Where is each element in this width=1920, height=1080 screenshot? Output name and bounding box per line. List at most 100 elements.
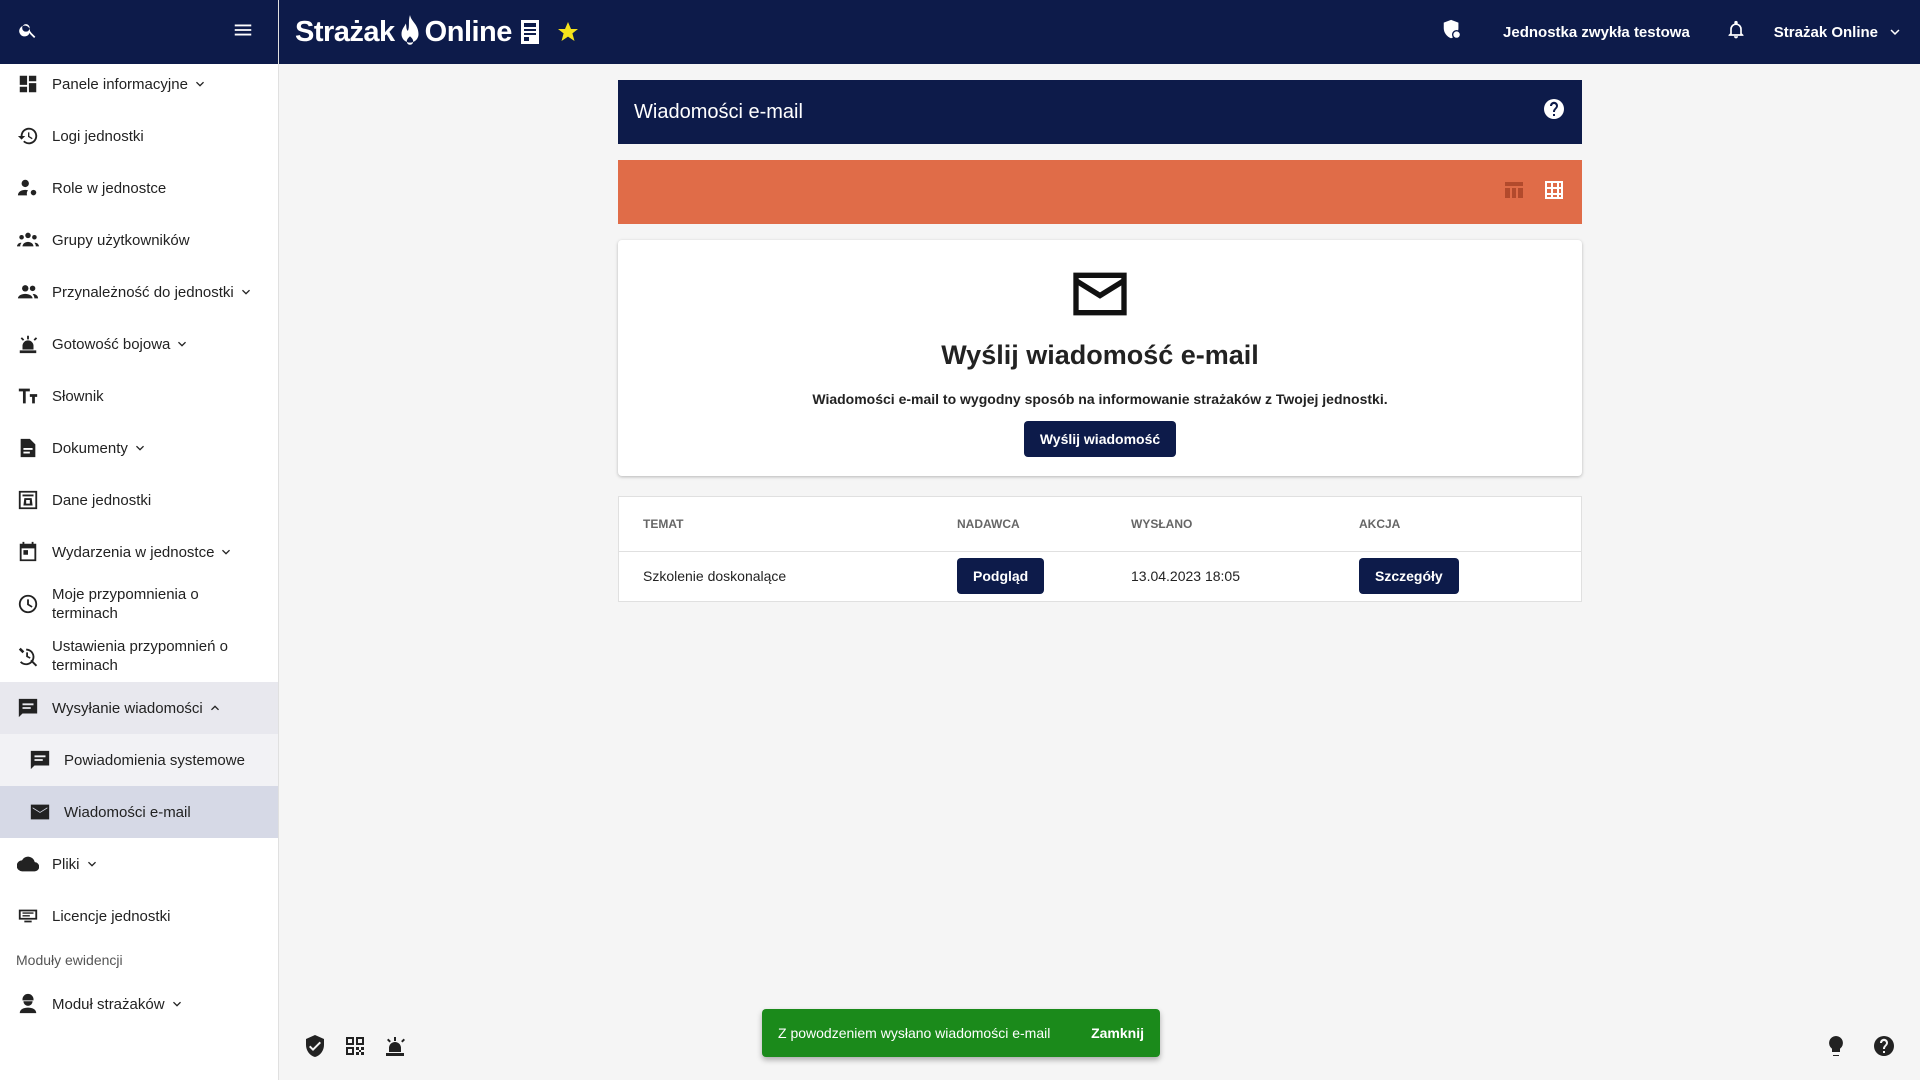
topbar-right: Jednostka zwykła testowa Strażak Online (1441, 19, 1904, 45)
sidebar-item-label: Grupy użytkowników (52, 231, 190, 249)
sidebar-item-dane[interactable]: Dane jednostki (0, 474, 278, 526)
cell-sender: Podgląd (933, 551, 1107, 601)
snackbar-close-button[interactable]: Zamknij (1091, 1025, 1144, 1041)
message-icon (16, 696, 40, 720)
shield-settings-icon[interactable] (1441, 19, 1463, 45)
history-icon (16, 124, 40, 148)
sidebar-item-label: Panele informacyjne (52, 75, 188, 93)
mail-outline-icon (1073, 272, 1127, 316)
sidebar-item-logi[interactable]: Logi jednostki (0, 110, 278, 162)
main-content: Wiadomości e-mail Wyślij wiadomość e-mai… (618, 80, 1582, 602)
sidebar-item-label: Dokumenty (52, 439, 128, 457)
snackbar-message: Z powodzeniem wysłano wiadomości e-mail (778, 1025, 1051, 1041)
document-icon (16, 436, 40, 460)
cell-action: Szczegóły (1335, 551, 1581, 601)
column-header-sender[interactable]: NADAWCA (933, 497, 1107, 552)
page-header: Wiadomości e-mail (618, 80, 1582, 144)
sidebar-item-label: Pliki (52, 855, 80, 873)
column-header-sent[interactable]: WYSŁANO (1107, 497, 1335, 552)
send-email-card: Wyślij wiadomość e-mail Wiadomości e-mai… (618, 240, 1582, 476)
groups-icon (16, 228, 40, 252)
search-icon[interactable] (18, 20, 38, 45)
chevron-up-icon (210, 705, 219, 711)
sidebar-header (0, 0, 278, 64)
column-header-action: AKCJA (1335, 497, 1581, 552)
sidebar-item-label: Wysyłanie wiadomości (52, 699, 203, 717)
sidebar-item-licencje[interactable]: Licencje jednostki (0, 890, 278, 942)
bottom-left-icons (303, 1034, 407, 1063)
people-icon (16, 280, 40, 304)
sidebar: Panele informacyjne Logi jednostki Role … (0, 0, 279, 1080)
fire-station-icon (16, 488, 40, 512)
send-message-button[interactable]: Wyślij wiadomość (1023, 421, 1177, 457)
bell-icon[interactable] (1726, 19, 1746, 45)
document-badge-icon (520, 20, 539, 44)
chevron-down-icon (1890, 29, 1900, 35)
shield-check-icon[interactable] (303, 1034, 327, 1063)
sidebar-item-powiadomienia[interactable]: Powiadomienia systemowe (0, 734, 278, 786)
unit-name[interactable]: Jednostka zwykła testowa (1503, 24, 1690, 41)
sidebar-item-dokumenty[interactable]: Dokumenty (0, 422, 278, 474)
sidebar-item-wydarzenia[interactable]: Wydarzenia w jednostce (0, 526, 278, 578)
sidebar-item-przynaleznosc[interactable]: Przynależność do jednostki (0, 266, 278, 318)
chevron-down-icon (172, 1001, 181, 1007)
cta-description: Wiadomości e-mail to wygodny sposób na i… (812, 391, 1388, 407)
sidebar-item-label: Powiadomienia systemowe (64, 751, 245, 769)
sidebar-item-panele[interactable]: Panele informacyjne (0, 58, 278, 110)
help-icon[interactable] (1542, 97, 1566, 127)
preview-button[interactable]: Podgląd (957, 558, 1045, 595)
clock-icon (16, 592, 40, 616)
success-snackbar: Z powodzeniem wysłano wiadomości e-mail … (762, 1009, 1160, 1057)
sidebar-item-modul-strazakow[interactable]: Moduł strażaków (0, 978, 278, 1030)
sidebar-item-label: Moje przypomnienia o terminach (52, 586, 199, 622)
sidebar-item-wiadomosci-email[interactable]: Wiadomości e-mail (0, 786, 278, 838)
user-menu-label: Strażak Online (1773, 23, 1878, 41)
alarm-light-icon[interactable] (383, 1034, 407, 1063)
calendar-icon (16, 540, 40, 564)
grid-view-icon[interactable] (1542, 178, 1566, 207)
qr-scan-icon[interactable] (343, 1034, 367, 1063)
person-gear-icon (16, 176, 40, 200)
table-header-row: TEMAT NADAWCA WYSŁANO AKCJA (619, 497, 1581, 552)
sidebar-item-gotowosc[interactable]: Gotowość bojowa (0, 318, 278, 370)
dashboard-icon (16, 72, 40, 96)
flame-icon (401, 15, 419, 45)
cell-subject: Szkolenie doskonalące (643, 568, 787, 585)
sidebar-item-przypomnienia[interactable]: Moje przypomnienia o terminach (0, 578, 278, 630)
sidebar-item-grupy[interactable]: Grupy użytkowników (0, 214, 278, 266)
brand-logo[interactable]: Strażak Online (295, 15, 580, 49)
lightbulb-icon[interactable] (1824, 1034, 1848, 1063)
email-table: TEMAT NADAWCA WYSŁANO AKCJA Szkolenie do… (618, 496, 1582, 602)
sidebar-item-label: Logi jednostki (52, 127, 144, 145)
star-icon[interactable] (556, 20, 580, 44)
license-icon (16, 904, 40, 928)
brand-text-right: Online (424, 15, 513, 48)
column-header-subject[interactable]: TEMAT (619, 497, 933, 552)
sidebar-item-wysylanie[interactable]: Wysyłanie wiadomości (0, 682, 278, 734)
help-icon[interactable] (1872, 1034, 1896, 1063)
sidebar-item-label: Ustawienia przypomnień o terminach (52, 638, 228, 674)
text-fields-icon (16, 384, 40, 408)
view-toggle-bar (618, 160, 1582, 224)
sidebar-section-label: Moduły ewidencji (16, 952, 123, 968)
chevron-down-icon (195, 81, 204, 87)
sidebar-item-label: Gotowość bojowa (52, 335, 171, 353)
table-row: Szkolenie doskonalące Podgląd 13.04.2023… (619, 551, 1581, 601)
bottom-right-icons (1824, 1034, 1896, 1063)
brand-text-left: Strażak (295, 15, 395, 48)
table-view-icon[interactable] (1502, 178, 1526, 207)
mail-icon (28, 800, 52, 824)
firefighter-icon (16, 992, 40, 1016)
details-button[interactable]: Szczegóły (1359, 558, 1459, 595)
menu-icon[interactable] (232, 19, 254, 46)
chevron-down-icon (222, 549, 231, 555)
alarm-light-icon (16, 332, 40, 356)
sidebar-item-role[interactable]: Role w jednostce (0, 162, 278, 214)
sidebar-item-slownik[interactable]: Słownik (0, 370, 278, 422)
sidebar-item-label: Dane jednostki (52, 491, 152, 509)
user-menu[interactable]: Strażak Online (1774, 23, 1904, 41)
page-title: Wiadomości e-mail (634, 100, 803, 123)
sidebar-item-ustawienia-przypomnien[interactable]: Ustawienia przypomnień o terminach (0, 630, 278, 682)
chevron-down-icon (241, 289, 250, 295)
sidebar-item-pliki[interactable]: Pliki (0, 838, 278, 890)
